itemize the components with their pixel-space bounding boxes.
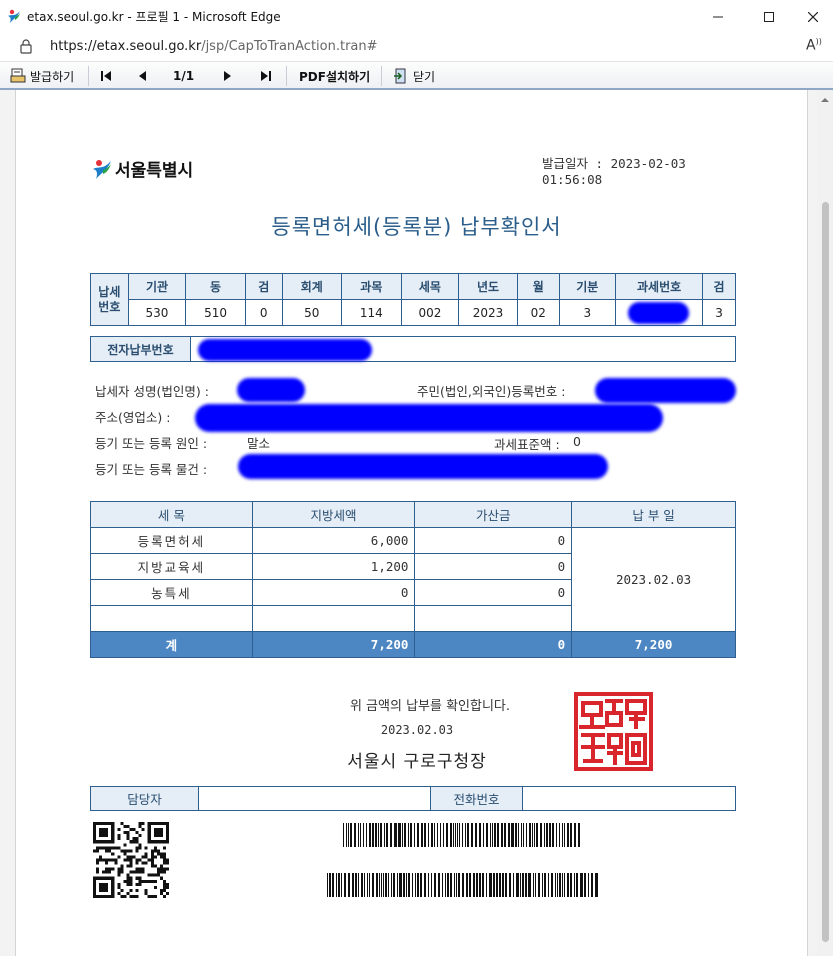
contact-row: 담당자 전화번호 [90,786,736,811]
official-seal-icon [574,692,653,771]
redaction-mark [628,302,689,324]
table-cell: 50 [281,299,343,326]
empty-cell [90,605,253,632]
table-cell: 02 [516,299,560,326]
surcharge-amount: 0 [414,579,573,606]
tax-base-label: 과세표준액 : [494,437,560,452]
redaction-mark [238,454,608,479]
redaction-mark [237,378,305,402]
table-cell: 3 [558,299,617,326]
resident-number-label: 주민(법인,외국인)등록번호 : [417,384,566,399]
column-header: 납 부 일 [571,501,736,528]
table-cell: 3 [702,299,736,326]
column-header: 회계 [281,273,343,300]
issue-date: 발급일자 : 2023-02-03 [542,156,686,171]
tax-amount: 6,000 [251,527,416,554]
column-header: 동 [185,273,246,300]
total-surcharge: 0 [414,631,573,658]
epay-number-label: 전자납부번호 [91,337,191,361]
org-name: 서울특별시 [115,161,194,181]
tax-item-name: 등록면허세 [90,527,253,554]
payment-date: 2023.02.03 [571,527,736,632]
tax-item-name: 농특세 [90,579,253,606]
tax-number-row-label: 납세 번호 [90,273,129,326]
column-header: 지방세액 [251,501,416,528]
redaction-mark [195,404,663,432]
total-paid: 7,200 [571,631,736,658]
column-header: 검 [702,273,736,300]
registration-cause-label: 등기 또는 등록 원인 : [95,436,208,451]
tax-item-name: 지방교육세 [90,553,253,580]
row-label-line: 번호 [98,299,121,314]
column-header: 년도 [458,273,518,300]
tax-payment-certificate: 서울특별시 발급일자 : 2023-02-03 01:56:08 등록면허세(등… [0,0,833,956]
signer-name: 서울시 구로구청장 [347,752,487,772]
confirmation-date: 2023.02.03 [380,723,454,737]
epay-number-box: 전자납부번호 [90,336,736,362]
table-cell: 0 [244,299,283,326]
table-row: 납세 번호 기관 동 검 회계 과목 세목 년도 월 기분 과세번호 검 [90,273,736,326]
total-label: 계 [90,631,253,658]
column-header: 세 목 [90,501,253,528]
tax-amount: 0 [251,579,416,606]
barcode-icon [343,823,580,847]
tax-amount-table: 세 목 지방세액 가산금 납 부 일 등록면허세 6,000 0 2023.02… [90,501,736,658]
phone-label: 전화번호 [431,787,523,810]
registration-cause-value: 말소 [247,436,271,451]
qr-code-icon [93,822,169,898]
registration-object-label: 등기 또는 등록 물건 : [95,462,208,477]
barcode-icon [327,873,598,897]
tax-amount: 1,200 [251,553,416,580]
document-title: 등록면허세(등록분) 납부확인서 [271,215,562,239]
redaction-mark [595,378,736,403]
surcharge-amount: 0 [414,527,573,554]
table-cell: 530 [127,299,187,326]
column-header: 가산금 [414,501,573,528]
surcharge-amount: 0 [414,553,573,580]
column-header: 기관 [127,273,187,300]
issue-time: 01:56:08 [542,172,603,187]
total-row: 계 7,200 0 7,200 [90,631,736,658]
table-row: 등록면허세 6,000 0 2023.02.03 [90,527,736,632]
tax-base-value: 0 [573,434,581,449]
column-header: 과목 [341,273,402,300]
column-header: 검 [244,273,283,300]
confirmation-text: 위 금액의 납부를 확인합니다. [349,699,511,714]
staff-value [199,787,431,810]
table-cell: 002 [400,299,460,326]
table-cell: 114 [341,299,402,326]
table-cell: 2023 [458,299,518,326]
staff-label: 담당자 [91,787,199,810]
column-header: 세목 [400,273,460,300]
address-label: 주소(영업소) : [95,410,171,425]
empty-cell [414,605,573,632]
empty-cell [251,605,416,632]
table-cell: 510 [185,299,246,326]
redaction-mark [198,339,372,361]
total-tax: 7,200 [251,631,416,658]
column-header: 월 [516,273,560,300]
seoul-logo: 서울특별시 [91,156,193,181]
column-header: 기분 [558,273,617,300]
issue-info: 발급일자 : 2023-02-03 01:56:08 [542,156,686,188]
table-row: 세 목 지방세액 가산금 납 부 일 [90,501,736,528]
column-header: 과세번호 [615,273,704,300]
taxpayer-name-label: 납세자 성명(법인명) : [95,384,209,399]
seoul-emblem-icon [93,159,111,179]
row-label-line: 납세 [98,284,121,299]
